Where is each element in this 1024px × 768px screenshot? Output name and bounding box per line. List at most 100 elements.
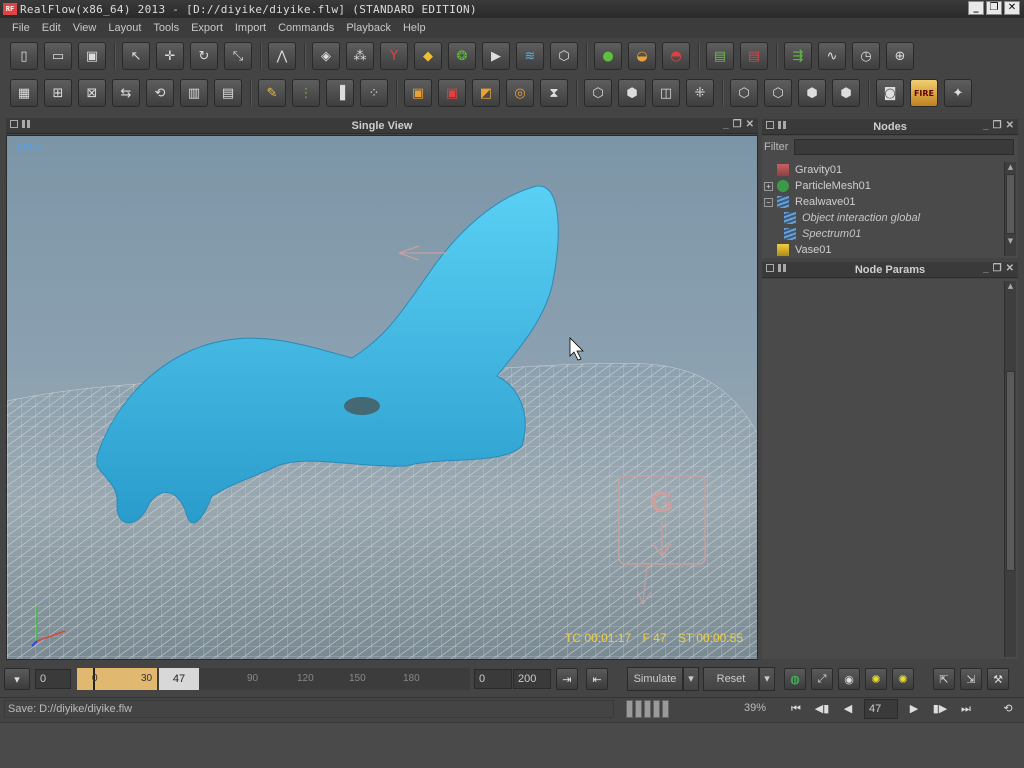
panel-restore-icon[interactable]: ❐: [993, 263, 1002, 274]
visibility-green-icon[interactable]: ●: [594, 42, 622, 70]
timeline-track[interactable]: 0 30 47 90 120 150 180: [77, 668, 470, 690]
frame-box-icon[interactable]: ▣: [404, 79, 432, 107]
timer-icon[interactable]: ◷: [852, 42, 880, 70]
menu-commands[interactable]: Commands: [272, 22, 340, 34]
set-range-end-icon[interactable]: ⇤: [586, 668, 608, 690]
shading-cube-icon[interactable]: ⬡: [584, 79, 612, 107]
go-to-end-icon[interactable]: ⏭: [956, 700, 976, 718]
reset-button[interactable]: Reset: [703, 667, 759, 691]
graph-play-icon[interactable]: ⇶: [784, 42, 812, 70]
box-view-icon[interactable]: ▥: [180, 79, 208, 107]
frame-box-red-icon[interactable]: ▣: [438, 79, 466, 107]
frame-split-icon[interactable]: ◩: [472, 79, 500, 107]
menu-tools[interactable]: Tools: [147, 22, 185, 34]
scroll-thumb[interactable]: [1006, 174, 1015, 234]
shading-frame-icon[interactable]: ◫: [652, 79, 680, 107]
preview-render-icon[interactable]: ◙: [876, 79, 904, 107]
filter-input[interactable]: [794, 139, 1014, 155]
range-start-field[interactable]: 0: [474, 669, 512, 689]
simulate-button[interactable]: Simulate: [627, 667, 683, 691]
3d-viewport[interactable]: G persp TC 00:01:17 F 47 ST 00:00:55: [6, 135, 758, 660]
fire-render-icon[interactable]: FIRE: [910, 79, 938, 107]
snap-right-icon[interactable]: ⇲: [960, 668, 982, 690]
gear-green-icon[interactable]: ✺: [892, 668, 914, 690]
nodes-scrollbar[interactable]: ▲ ▼: [1004, 162, 1016, 256]
current-frame-box[interactable]: 47: [159, 668, 199, 690]
menu-view[interactable]: View: [67, 22, 103, 34]
step-forward-icon[interactable]: ▮▶: [930, 700, 950, 718]
minimize-button[interactable]: _: [968, 1, 984, 15]
close-button[interactable]: ✕: [1004, 1, 1020, 15]
hourglass-icon[interactable]: ⧗: [540, 79, 568, 107]
panel-minimize-icon[interactable]: _: [723, 119, 729, 130]
panel-float-icon[interactable]: [766, 264, 774, 272]
particles-icon[interactable]: ⁘: [360, 79, 388, 107]
reset-dropdown-icon[interactable]: ▾: [759, 667, 775, 691]
panel-close-icon[interactable]: ✕: [746, 119, 754, 130]
menu-edit[interactable]: Edit: [36, 22, 67, 34]
globe-batch-icon[interactable]: ⊕: [886, 42, 914, 70]
expand-icon[interactable]: +: [764, 181, 773, 191]
panel-float-icon[interactable]: [766, 121, 774, 129]
frame-number-field[interactable]: 47: [864, 699, 898, 719]
cube-view-2-icon[interactable]: ⬡: [764, 79, 792, 107]
panel-close-icon[interactable]: ✕: [1006, 120, 1014, 131]
add-camera-icon[interactable]: ▶: [482, 42, 510, 70]
align-plus-icon[interactable]: ⊞: [44, 79, 72, 107]
play-backward-icon[interactable]: ◀: [838, 700, 858, 718]
axis-gizmo-icon[interactable]: ⋀: [268, 42, 296, 70]
refresh-link-icon[interactable]: ⟲: [146, 79, 174, 107]
loop-icon[interactable]: ⟲: [998, 700, 1018, 718]
scale-tool-icon[interactable]: ⤡: [224, 42, 252, 70]
scale-view-icon[interactable]: ⤢: [811, 668, 833, 690]
panel-close-icon[interactable]: ✕: [1006, 263, 1014, 274]
move-tool-icon[interactable]: ✛: [156, 42, 184, 70]
menu-layout[interactable]: Layout: [102, 22, 147, 34]
panel-grip-icon[interactable]: [778, 264, 786, 272]
panel-grip-icon[interactable]: [778, 121, 786, 129]
add-object-icon[interactable]: ◆: [414, 42, 442, 70]
select-arrow-icon[interactable]: ↖: [122, 42, 150, 70]
cube-view-3-icon[interactable]: ⬢: [798, 79, 826, 107]
align-cross-icon[interactable]: ⊠: [78, 79, 106, 107]
timeline-start-field[interactable]: 0: [35, 669, 71, 689]
menu-file[interactable]: File: [6, 22, 36, 34]
panel-grip-icon[interactable]: [22, 120, 30, 128]
menu-playback[interactable]: Playback: [340, 22, 397, 34]
gear-yellow-icon[interactable]: ✺: [865, 668, 887, 690]
tree-item-gravity01[interactable]: Gravity01: [762, 162, 1002, 178]
new-scene-icon[interactable]: ▯: [10, 42, 38, 70]
panel-minimize-icon[interactable]: _: [983, 263, 989, 274]
play-forward-icon[interactable]: ▶: [904, 700, 924, 718]
params-scrollbar[interactable]: ▲: [1004, 281, 1016, 657]
export-save-icon[interactable]: ▤: [706, 42, 734, 70]
add-mesh-icon[interactable]: ❂: [448, 42, 476, 70]
panel-minimize-icon[interactable]: _: [983, 120, 989, 131]
go-to-start-icon[interactable]: ⏮: [786, 700, 806, 718]
scroll-up-icon[interactable]: ▲: [1005, 162, 1016, 172]
tree-item-object-interaction-global[interactable]: Object interaction global: [762, 210, 1002, 226]
channels-icon[interactable]: ⋮: [292, 79, 320, 107]
playback-mode-dropdown[interactable]: ▾: [4, 668, 30, 690]
wrench-icon[interactable]: ⚒: [987, 668, 1009, 690]
menu-import[interactable]: Import: [229, 22, 272, 34]
cube-view-1-icon[interactable]: ⬡: [730, 79, 758, 107]
export-reset-icon[interactable]: ▤: [740, 42, 768, 70]
add-emitter-icon[interactable]: ◈: [312, 42, 340, 70]
tree-item-particlemesh01[interactable]: + ParticleMesh01: [762, 178, 1002, 194]
tree-item-realwave01[interactable]: − Realwave01: [762, 194, 1002, 210]
open-scene-icon[interactable]: ▭: [44, 42, 72, 70]
scroll-up-icon[interactable]: ▲: [1005, 281, 1016, 291]
globe-tool-icon[interactable]: ◍: [784, 668, 806, 690]
visibility-orange-icon[interactable]: ◒: [628, 42, 656, 70]
maximize-button[interactable]: ❐: [986, 1, 1002, 15]
set-range-start-icon[interactable]: ⇥: [556, 668, 578, 690]
scroll-thumb[interactable]: [1006, 371, 1015, 571]
add-realwave-icon[interactable]: ≋: [516, 42, 544, 70]
step-back-icon[interactable]: ◀▮: [812, 700, 832, 718]
cube-view-4-icon[interactable]: ⬢: [832, 79, 860, 107]
rotate-tool-icon[interactable]: ↻: [190, 42, 218, 70]
add-constraint-icon[interactable]: Y: [380, 42, 408, 70]
range-end-field[interactable]: 200: [513, 669, 551, 689]
panel-float-icon[interactable]: [10, 120, 18, 128]
